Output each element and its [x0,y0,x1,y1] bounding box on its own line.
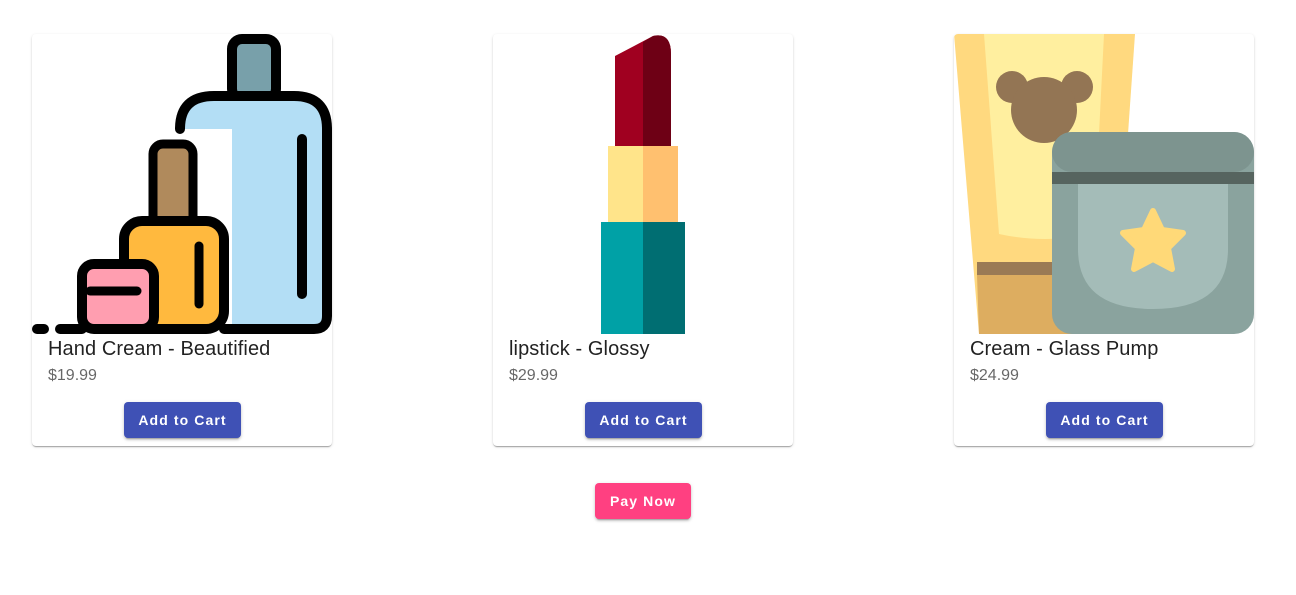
product-price: $29.99 [509,367,558,384]
product-price: $19.99 [48,367,97,384]
product-card: lipstick - Glossy $29.99 Add to Cart [493,34,793,446]
product-title: Hand Cream - Beautified [48,338,271,360]
add-to-cart-button[interactable]: Add to Cart [1046,402,1163,438]
product-title: lipstick - Glossy [509,338,650,360]
cream-tube-and-jar-icon [954,34,1254,334]
product-card: Cream - Glass Pump $24.99 Add to Cart [954,34,1254,446]
lipstick-icon [493,34,793,334]
add-to-cart-button[interactable]: Add to Cart [585,402,702,438]
product-title: Cream - Glass Pump [970,338,1159,360]
cosmetics-bottles-icon [32,34,332,334]
product-card: Hand Cream - Beautified $19.99 Add to Ca… [32,34,332,446]
product-price: $24.99 [970,367,1019,384]
pay-now-button[interactable]: Pay Now [595,483,691,519]
add-to-cart-button[interactable]: Add to Cart [124,402,241,438]
